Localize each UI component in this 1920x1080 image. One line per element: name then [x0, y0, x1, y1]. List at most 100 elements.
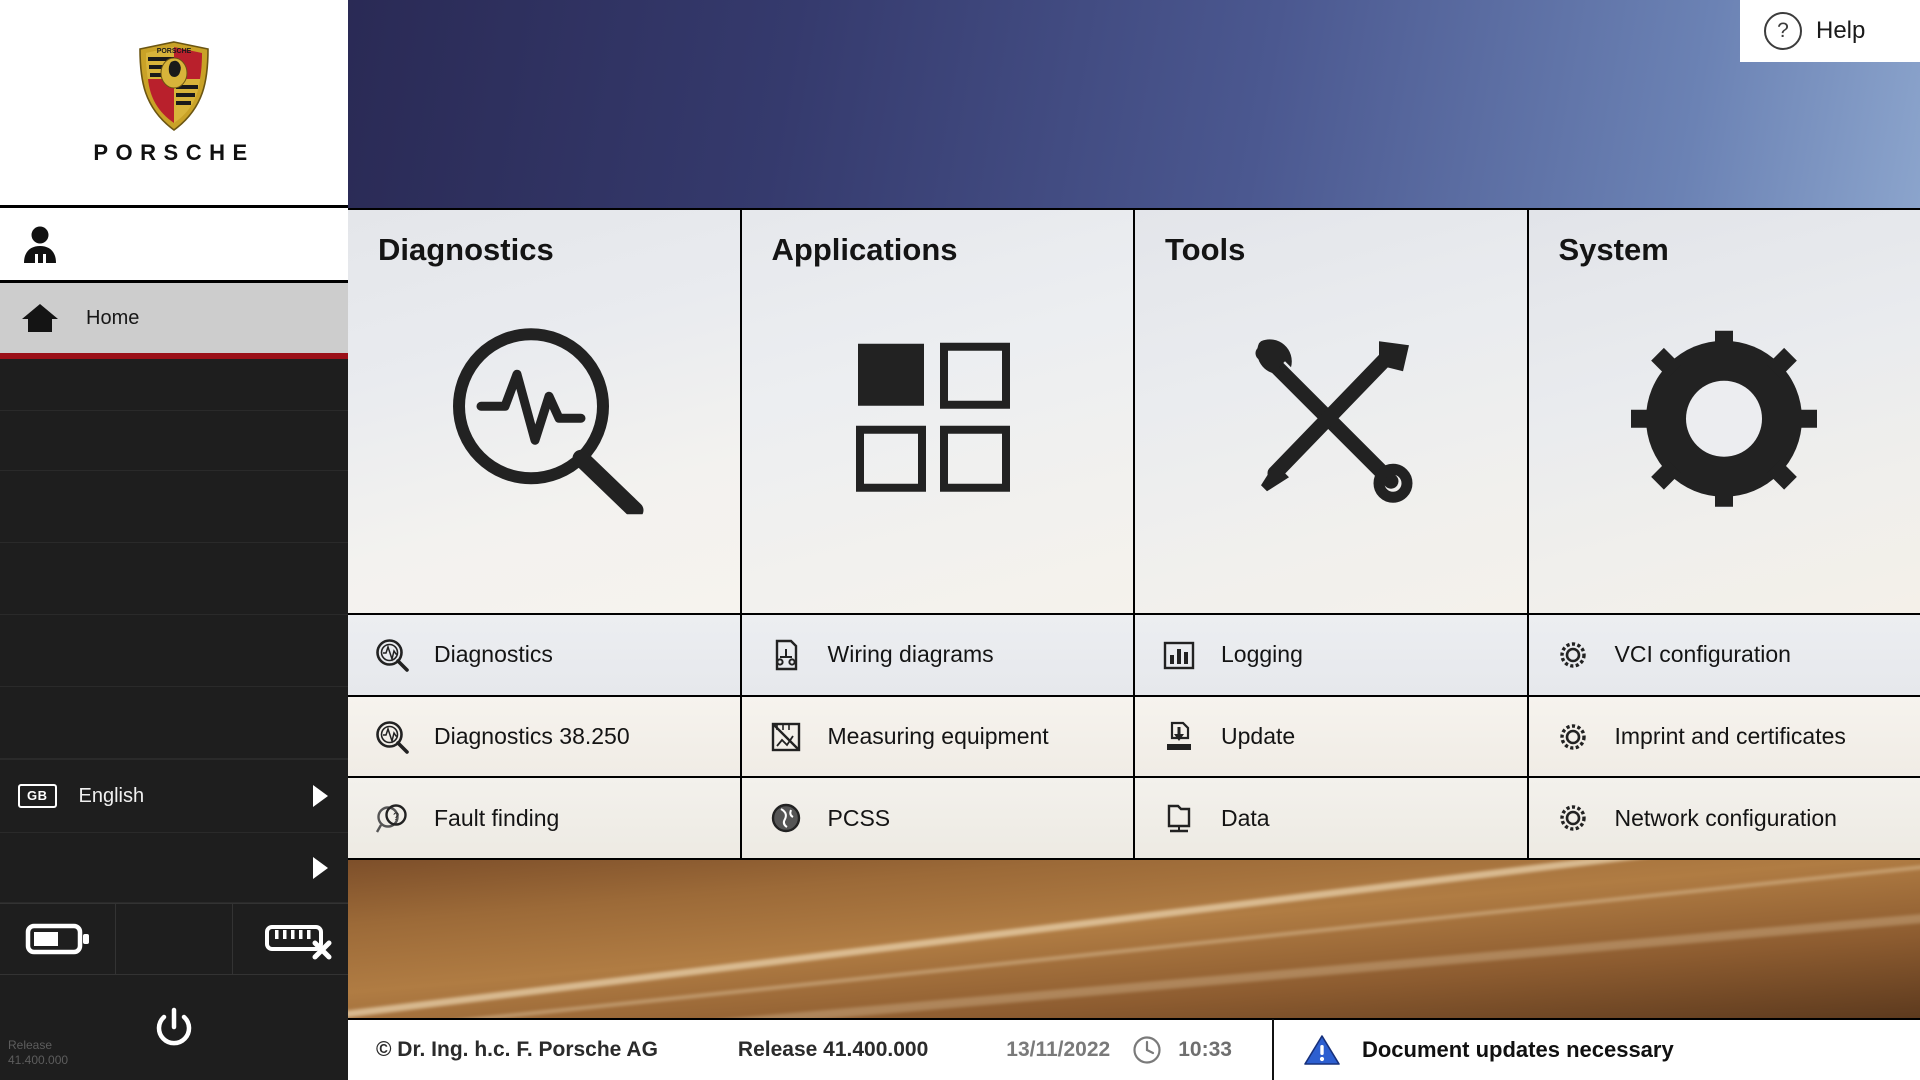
warning-message: Document updates necessary [1361, 1037, 1674, 1062]
sidebar-expand-row[interactable] [0, 833, 348, 903]
sidebar-blank-4 [0, 543, 348, 615]
fault-finding-icon: ? [370, 801, 414, 835]
four-squares-icon [852, 337, 1022, 502]
help-question-icon: ? [1764, 12, 1802, 50]
gear-icon [1551, 638, 1595, 672]
menu-item-imprint-certificates[interactable]: Imprint and certificates [1528, 694, 1920, 777]
hero-sky-banner: ? Help [348, 0, 1920, 208]
help-button[interactable]: ? Help [1740, 0, 1920, 62]
sidebar-bottom-bar: Release 41.400.000 [0, 975, 348, 1080]
status-bar: © Dr. Ing. h.c. F. Porsche AG Release 41… [348, 1018, 1920, 1080]
menu-item-data-label: Data [1221, 804, 1270, 831]
menu-item-diagnostics-version[interactable]: Diagnostics 38.250 [348, 694, 740, 777]
help-label: Help [1816, 17, 1866, 44]
sidebar-item-home-label: Home [86, 306, 140, 329]
wrench-screwdriver-icon [1241, 333, 1421, 508]
data-folder-icon [1157, 801, 1201, 835]
tile-applications-head: Applications [741, 210, 1133, 614]
sidebar-item-home[interactable]: Home [0, 283, 348, 359]
menu-item-vci-configuration-label: VCI configuration [1614, 641, 1791, 668]
copyright-text: © Dr. Ing. h.c. F. Porsche AG [376, 1038, 658, 1061]
document-update-warning[interactable]: Document updates necessary [1304, 1034, 1674, 1066]
clock-icon [1132, 1035, 1162, 1065]
tile-system-head: System [1528, 210, 1920, 614]
brand-logo-panel: PORSCHE PORSCHE [0, 0, 348, 208]
menu-item-update[interactable]: Update [1135, 694, 1527, 777]
menu-item-diagnostics-label: Diagnostics [434, 641, 553, 668]
main-content: ? Help Diagnostics Diagnostics Diagnosti… [348, 0, 1920, 1080]
current-date: 13/11/2022 [1006, 1038, 1111, 1061]
magnifier-pulse-icon [439, 324, 649, 519]
sidebar-blank-2 [0, 411, 348, 471]
globe-icon [764, 801, 808, 835]
svg-text:?: ? [393, 811, 399, 823]
svg-text:PORSCHE: PORSCHE [157, 48, 192, 55]
menu-item-update-label: Update [1221, 723, 1296, 750]
chevron-right-icon [313, 856, 328, 879]
menu-item-fault-finding[interactable]: ? Fault finding [348, 776, 740, 858]
menu-item-diagnostics-version-label: Diagnostics 38.250 [434, 723, 630, 750]
road-banner-image [348, 858, 1920, 1018]
measuring-equipment-icon [764, 720, 808, 754]
user-avatar-icon [24, 226, 56, 263]
menu-item-network-configuration-label: Network configuration [1614, 804, 1837, 831]
magnifier-pulse-icon [370, 638, 414, 672]
menu-item-diagnostics[interactable]: Diagnostics [348, 613, 740, 695]
menu-item-measuring-equipment[interactable]: Measuring equipment [741, 694, 1133, 777]
porsche-wordmark: PORSCHE [93, 139, 255, 165]
tile-applications[interactable]: Applications Wiring diagrams Measuring e… [741, 210, 1135, 858]
home-icon [16, 302, 64, 334]
gear-icon [1629, 328, 1819, 513]
menu-item-measuring-equipment-label: Measuring equipment [827, 723, 1049, 750]
menu-item-imprint-certificates-label: Imprint and certificates [1614, 723, 1846, 750]
language-label: English [78, 784, 145, 807]
power-icon[interactable] [152, 1006, 196, 1050]
tile-tools-title: Tools [1165, 232, 1246, 267]
language-selector[interactable]: GB English [0, 759, 348, 833]
sidebar-status-strip [0, 903, 348, 975]
menu-item-wiring-diagrams-label: Wiring diagrams [827, 641, 994, 668]
tile-system-title: System [1558, 232, 1669, 267]
sidebar: PORSCHE PORSCHE Home GB English Release … [0, 0, 348, 1080]
menu-item-network-configuration[interactable]: Network configuration [1528, 776, 1920, 858]
menu-item-wiring-diagrams[interactable]: Wiring diagrams [741, 613, 1133, 695]
tile-diagnostics[interactable]: Diagnostics Diagnostics Diagnostics 38.2… [348, 210, 742, 858]
user-profile-row[interactable] [0, 208, 348, 283]
menu-item-logging[interactable]: Logging [1135, 613, 1527, 695]
language-code-badge: GB [18, 784, 57, 808]
sidebar-blank-1 [0, 353, 348, 411]
menu-item-data[interactable]: Data [1135, 776, 1527, 858]
gear-icon [1551, 801, 1595, 835]
battery-icon [25, 923, 89, 955]
sidebar-blank-3 [0, 471, 348, 543]
tile-diagnostics-head: Diagnostics [348, 210, 740, 614]
menu-item-vci-configuration[interactable]: VCI configuration [1528, 613, 1920, 695]
tile-system[interactable]: System VCI configuration Imprint and cer… [1528, 210, 1920, 858]
menu-item-pcss[interactable]: PCSS [741, 776, 1133, 858]
warning-triangle-icon [1304, 1035, 1340, 1065]
magnifier-pulse-icon [370, 720, 414, 754]
tile-grid: Diagnostics Diagnostics Diagnostics 38.2… [348, 208, 1920, 858]
gear-icon [1551, 720, 1595, 754]
menu-item-logging-label: Logging [1221, 641, 1303, 668]
status-divider [1271, 1019, 1274, 1080]
download-icon [1157, 720, 1201, 754]
battery-status-cell[interactable] [0, 904, 117, 974]
wiring-diagram-icon [764, 638, 808, 672]
menu-item-pcss-label: PCSS [827, 804, 891, 831]
menu-item-fault-finding-label: Fault finding [434, 804, 560, 831]
porsche-crest-icon: PORSCHE [139, 40, 209, 131]
vci-status-cell[interactable] [233, 904, 348, 974]
status-empty-cell [116, 904, 233, 974]
piwis-home-screen: PORSCHE PORSCHE Home GB English Release … [0, 0, 1920, 1080]
tile-diagnostics-title: Diagnostics [378, 232, 554, 267]
sidebar-blank-6 [0, 687, 348, 759]
release-text: Release 41.400.000 [737, 1038, 929, 1061]
release-version-tag: Release 41.400.000 [8, 1038, 69, 1067]
tile-tools[interactable]: Tools Logging Update Data [1135, 210, 1529, 858]
tile-applications-title: Applications [771, 232, 958, 267]
chevron-right-icon [313, 785, 328, 807]
bar-chart-icon [1157, 638, 1201, 672]
vci-connector-icon [265, 925, 332, 960]
current-time: 10:33 [1178, 1038, 1232, 1061]
